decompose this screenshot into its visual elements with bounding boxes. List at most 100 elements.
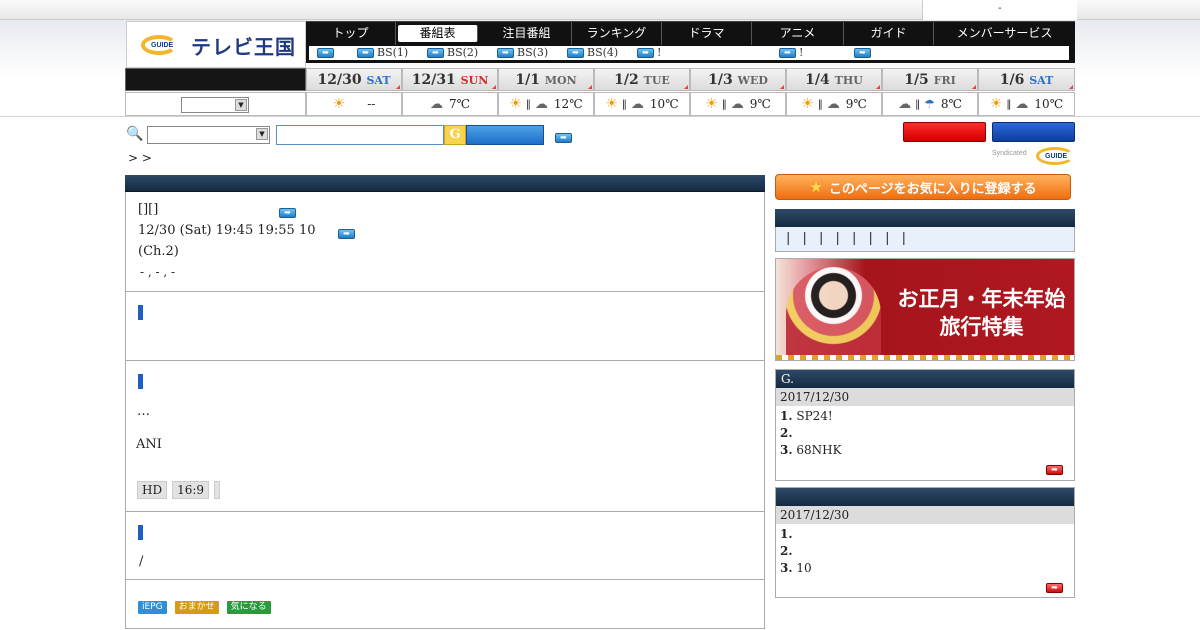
- day-of-week: SAT: [1029, 74, 1054, 87]
- date-cell[interactable]: 1/6 SAT: [978, 68, 1075, 91]
- search-input[interactable]: [276, 125, 444, 145]
- area-select[interactable]: ▼: [181, 97, 249, 113]
- program-panel: [125, 192, 765, 629]
- ranking-2-title: [776, 488, 1074, 506]
- nav-item-tv-guide[interactable]: 番組表: [398, 25, 478, 42]
- day-of-week: TUE: [643, 74, 670, 87]
- subnav-item-bs1[interactable]: ➡ BS(1): [357, 46, 408, 60]
- date-label: 1/6: [999, 72, 1025, 88]
- subnav-item-terrestrial[interactable]: ➡: [317, 46, 337, 60]
- weather-separator: ‖: [621, 98, 627, 110]
- nav-item-top[interactable]: トップ: [306, 22, 396, 46]
- sun-icon: ☀: [509, 96, 522, 112]
- weather-cell[interactable]: ☀ ‖ ☁ 10℃: [594, 92, 690, 116]
- weather-separator: ‖: [721, 98, 727, 110]
- subnav-item-bs2[interactable]: ➡ BS(2): [427, 46, 478, 60]
- banner-line2: 旅行特集: [939, 315, 1024, 339]
- ranking-item[interactable]: 2.: [776, 425, 1074, 442]
- login-button[interactable]: [903, 122, 986, 142]
- tag-hd: HD: [137, 481, 168, 499]
- ranking-panel-1: G. 2017/12/30 1. SP24! 2. 3. 68NHK ➡: [775, 369, 1075, 481]
- banner-line1: お正月・年末年始: [897, 287, 1066, 311]
- add-favorite-button[interactable]: ★ このページをお気に入りに登録する: [775, 174, 1071, 200]
- ranking-item[interactable]: 2.: [776, 543, 1074, 560]
- weather-cell[interactable]: ☁ ‖ ☂ 8℃: [882, 92, 978, 116]
- subnav-item-other[interactable]: ➡: [854, 46, 874, 60]
- cloud-icon: ☁: [630, 96, 644, 112]
- nav-item-drama[interactable]: ドラマ: [662, 22, 752, 46]
- sun-icon: ☀: [801, 96, 814, 112]
- ranking-1-date: 2017/12/30: [776, 388, 1074, 406]
- nav-item-ranking[interactable]: ランキング: [572, 22, 662, 46]
- weather-cell[interactable]: ☀ ‖ ☁ 10℃: [978, 92, 1075, 116]
- day-of-week: THU: [834, 74, 863, 87]
- date-cell[interactable]: 1/1 MON: [498, 68, 594, 91]
- weather-cell[interactable]: ☀ ‖ ☁ 9℃: [690, 92, 786, 116]
- top-utility-box[interactable]: -: [922, 0, 1077, 20]
- chevron-down-icon: ▼: [235, 99, 247, 111]
- more-arrow-icon[interactable]: ➡: [1046, 583, 1063, 593]
- day-of-week: SUN: [460, 74, 489, 87]
- breadcrumb: > >: [128, 151, 152, 165]
- omakase-button[interactable]: おまかせ: [174, 601, 219, 614]
- nav-item-guide[interactable]: ガイド: [844, 22, 934, 46]
- weather-cell[interactable]: ☀ ‖ ☁ 9℃: [786, 92, 882, 116]
- cloud-icon: ☁: [730, 96, 744, 112]
- links-row[interactable]: | | | | | | | |: [775, 227, 1075, 252]
- section4-text: /: [139, 554, 144, 569]
- action-buttons: iEPG おまかせ 気になる: [138, 601, 271, 614]
- banner-border: [776, 355, 1074, 360]
- more-arrow-icon[interactable]: ➡: [1046, 465, 1063, 475]
- nav-item-anime[interactable]: アニメ: [752, 22, 844, 46]
- program-panel-header: [125, 175, 765, 192]
- weather-separator: ‖: [817, 98, 823, 110]
- temperature: 8℃: [940, 97, 962, 111]
- weather-cell[interactable]: ☀ --: [306, 92, 402, 116]
- new-year-travel-banner[interactable]: お正月・年末年始 旅行特集: [775, 258, 1075, 361]
- temperature: 12℃: [553, 97, 583, 111]
- date-cell[interactable]: 1/5 FRI: [882, 68, 978, 91]
- site-logo[interactable]: GUIDE テレビ王国: [126, 21, 306, 68]
- search-more-link[interactable]: ➡: [555, 129, 572, 144]
- nav-item-featured[interactable]: 注目番組: [482, 22, 572, 46]
- title-link[interactable]: ➡: [279, 204, 296, 219]
- section-marker: [138, 305, 143, 320]
- sun-icon: ☀: [332, 96, 346, 112]
- search-button[interactable]: [466, 125, 544, 145]
- tag-aspect: 16:9: [172, 481, 210, 499]
- subnav-item-special1[interactable]: ➡!: [637, 46, 661, 60]
- date-cell[interactable]: 12/30 SAT: [306, 68, 402, 91]
- section-divider: [125, 511, 765, 512]
- umbrella-icon: ☂: [924, 97, 935, 111]
- weather-separator: ‖: [1006, 98, 1012, 110]
- cloud-icon: ☁: [429, 96, 443, 112]
- kininaru-button[interactable]: 気になる: [226, 601, 271, 614]
- search-category-select[interactable]: ▼: [147, 126, 270, 144]
- program-detail-line2: ANI: [136, 437, 162, 452]
- temperature: --: [367, 97, 376, 111]
- nav-item-member[interactable]: メンバーサービス: [934, 22, 1075, 46]
- arrow-right-icon: ➡: [854, 48, 871, 58]
- g-search-icon: G: [444, 125, 466, 145]
- subnav-item-bs4[interactable]: ➡ BS(4): [567, 46, 618, 60]
- iepg-button[interactable]: iEPG: [138, 601, 167, 614]
- ranking-item[interactable]: 3. 68NHK: [776, 442, 1074, 459]
- weather-cell[interactable]: ☁ 7℃: [402, 92, 498, 116]
- date-cell[interactable]: 1/3 WED: [690, 68, 786, 91]
- date-cell[interactable]: 12/31 SUN: [402, 68, 498, 91]
- subnav-item-special2[interactable]: ➡!: [779, 46, 803, 60]
- section-marker: [138, 525, 143, 540]
- ranking-item[interactable]: 1. SP24!: [776, 408, 1074, 425]
- subnav-item-bs3[interactable]: ➡ BS(3): [497, 46, 548, 60]
- ranking-item[interactable]: 1.: [776, 526, 1074, 543]
- weather-cell[interactable]: ☀ ‖ ☁ 12℃: [498, 92, 594, 116]
- chevron-down-icon: ▼: [256, 128, 268, 140]
- datetime-link[interactable]: ➡: [338, 225, 355, 240]
- date-cell[interactable]: 1/4 THU: [786, 68, 882, 91]
- ranking-item[interactable]: 3. 10: [776, 560, 1074, 577]
- date-cell[interactable]: 1/2 TUE: [594, 68, 690, 91]
- date-strip-label: [125, 68, 306, 91]
- syndicated-label: Syndicated: [992, 150, 1027, 157]
- ranking-panel-2: 2017/12/30 1. 2. 3. 10 ➡: [775, 487, 1075, 598]
- register-button[interactable]: [992, 122, 1075, 142]
